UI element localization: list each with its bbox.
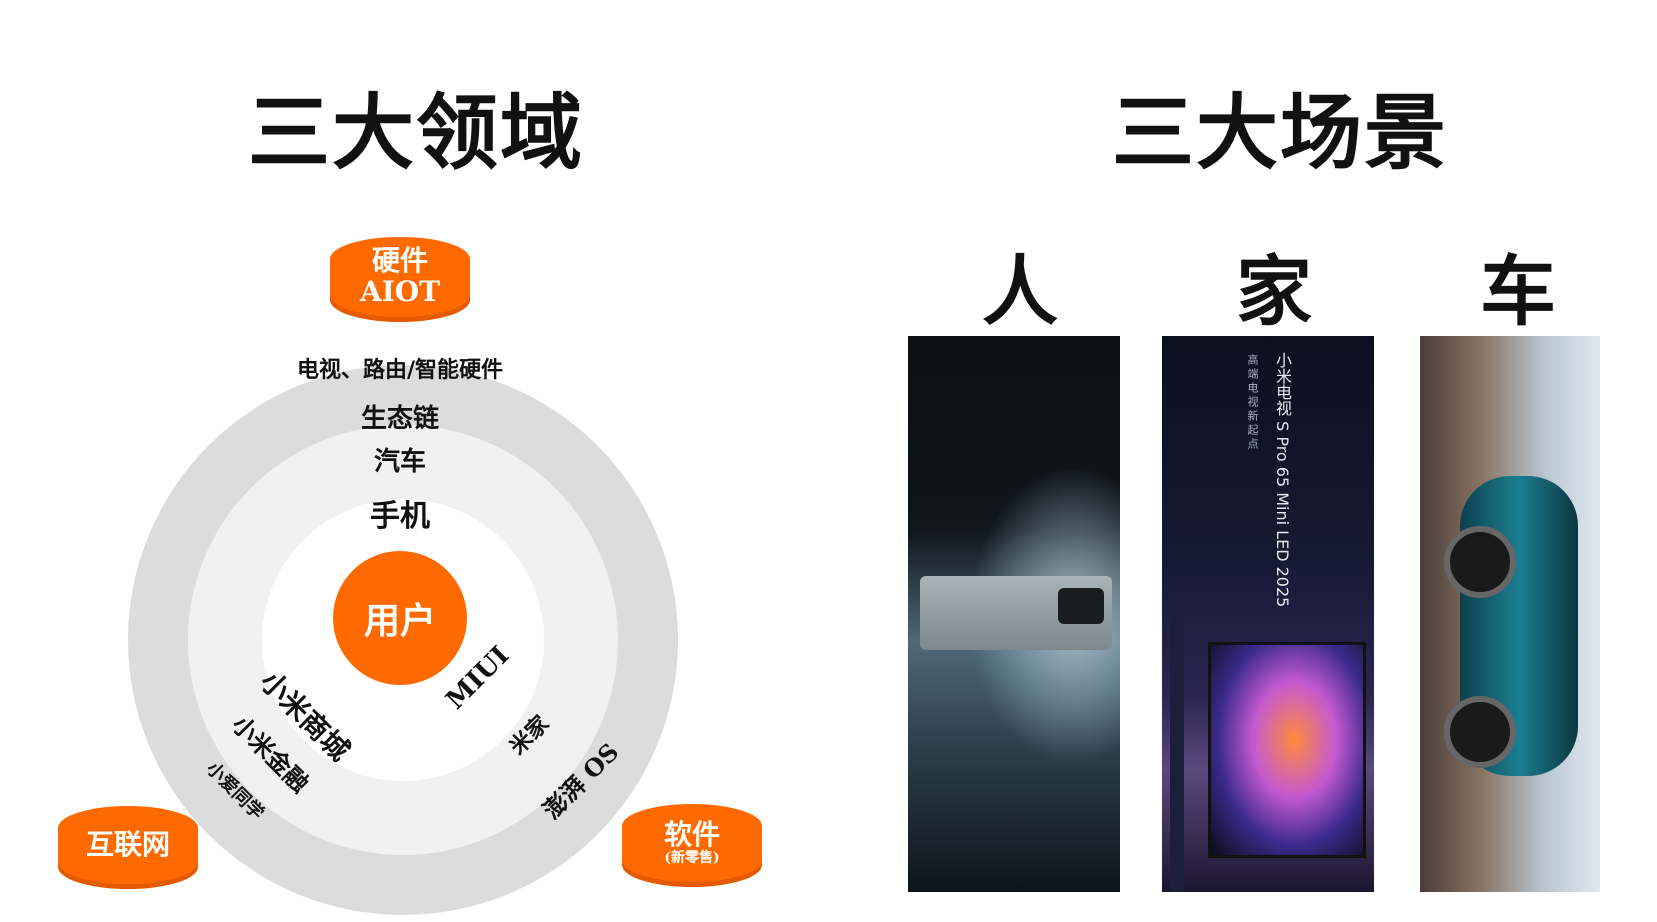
hardware-pill-line1: 硬件 (371, 244, 428, 278)
phone-device (920, 576, 1112, 650)
scene-label-car: 车 (1480, 247, 1556, 336)
scenes-title: 三大场景 (1112, 85, 1449, 181)
car-photo (1420, 336, 1600, 892)
car-wheel-rear (1444, 696, 1516, 768)
ring-label-phone: 手机 (370, 499, 430, 534)
hardware-pill: 硬件 AIOT (330, 237, 470, 317)
internet-pill: 互联网 (58, 806, 198, 884)
hardware-pill-line2: AIOT (359, 275, 441, 308)
camera-module-icon (1058, 588, 1104, 624)
ring-label-smart-hardware: 电视、路由/智能硬件 (296, 357, 504, 383)
phone-photo (908, 336, 1120, 892)
scene-label-home: 家 (1236, 247, 1312, 336)
tv-stand (1170, 616, 1184, 892)
tv-tagline: 高端电视新起点 (1246, 354, 1259, 452)
tv-screen (1208, 642, 1366, 858)
ring-label-car: 汽车 (373, 447, 426, 477)
ring-label-ecosystem: 生态链 (360, 404, 439, 434)
software-pill: 软件 (新零售) (622, 804, 762, 882)
tv-photo: 小米电视 S Pro 65 Mini LED 2025 高端电视新起点 (1162, 336, 1374, 892)
software-pill-sub: (新零售) (664, 849, 720, 866)
internet-pill-label: 互联网 (85, 827, 170, 861)
domains-title: 三大领域 (248, 85, 585, 181)
tv-product-text: 小米电视 S Pro 65 Mini LED 2025 (1273, 352, 1292, 608)
core-user-circle: 用户 (333, 551, 467, 685)
software-pill-label: 软件 (663, 817, 720, 851)
scene-label-person: 人 (982, 247, 1058, 336)
car-wheel-front (1444, 526, 1516, 598)
